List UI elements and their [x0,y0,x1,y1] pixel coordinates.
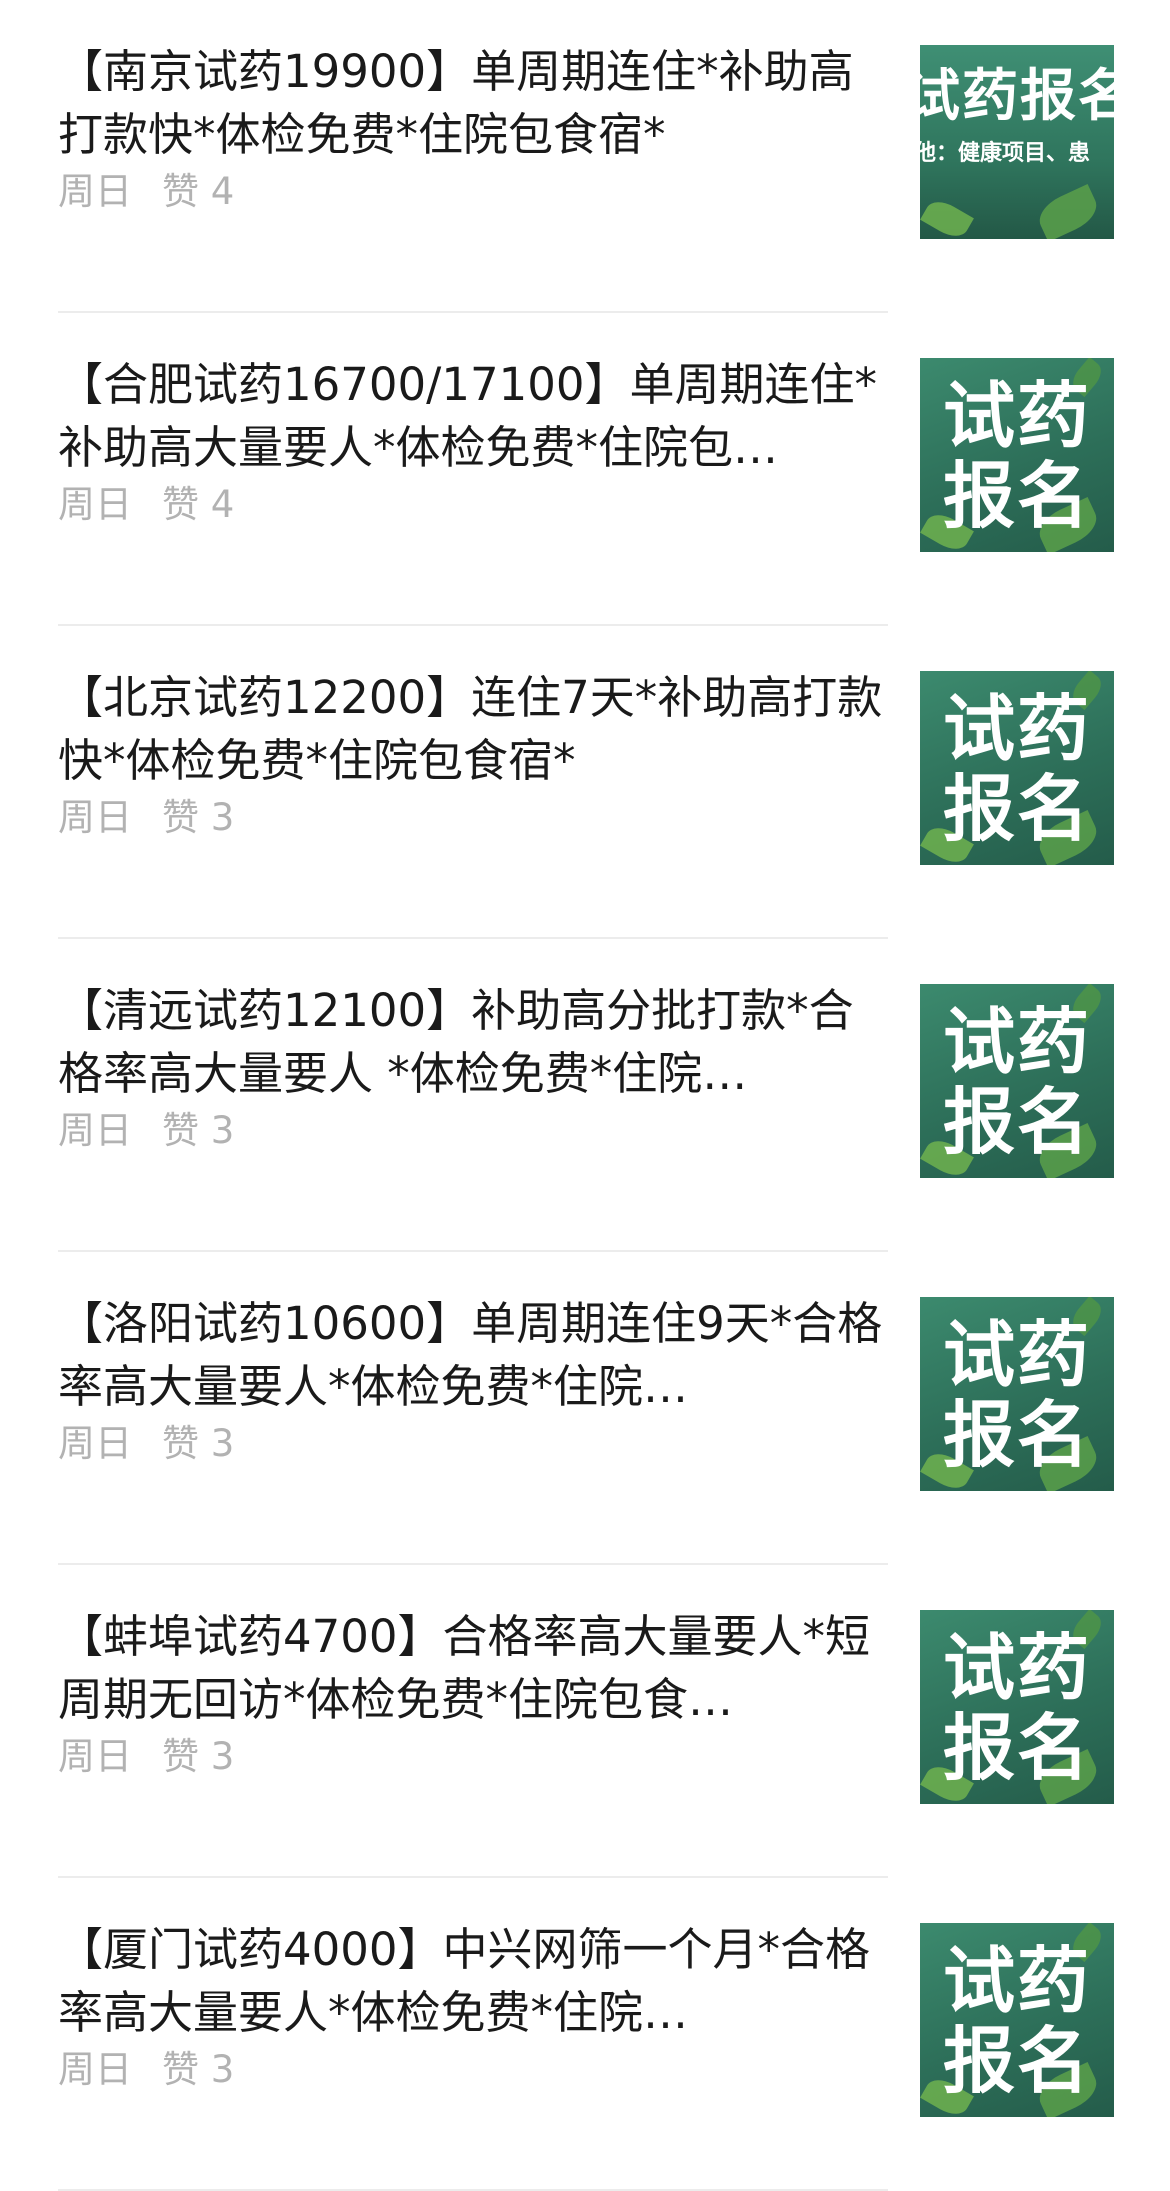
article-text: 【合肥试药16700/17100】单周期连住*补助高大量要人*体检免费*住院包…… [58,353,888,531]
article-title[interactable]: 【洛阳试药10600】单周期连住9天*合格率高大量要人*体检免费*住院… [58,1292,888,1418]
article-thumbnail[interactable]: 试药 报名 [920,358,1114,552]
thumbnail-text: 试药 报名 [920,376,1114,536]
article-date: 周日 [58,796,132,839]
article-meta: 周日赞 3 [58,1418,888,1470]
list-item[interactable]: 【蚌埠试药4700】合格率高大量要人*短周期无回访*体检免费*住院包食… 周日赞… [0,1565,1170,1878]
like-count: 赞 3 [162,2048,235,2091]
article-meta: 周日赞 3 [58,1731,888,1783]
article-thumbnail[interactable]: 试药 报名 [920,1923,1114,2117]
thumbnail-line: 试药 [942,687,1091,771]
article-thumbnail[interactable]: 试药 报名 [920,671,1114,865]
article-meta: 周日赞 3 [58,792,888,844]
article-date: 周日 [58,1735,132,1778]
article-title[interactable]: 【北京试药12200】连住7天*补助高打款快*体检免费*住院包食宿* [58,666,888,792]
thumbnail-text: 试药 报名 [920,1628,1114,1788]
thumbnail-line: 报名 [942,454,1091,538]
article-date: 周日 [58,483,132,526]
article-title[interactable]: 【南京试药19900】单周期连住*补助高打款快*体检免费*住院包食宿* [58,40,888,166]
like-count: 赞 4 [162,170,235,213]
list-item[interactable]: 【合肥试药16700/17100】单周期连住*补助高大量要人*体检免费*住院包…… [0,313,1170,626]
thumbnail-line: 报名 [942,2019,1091,2103]
list-item[interactable]: 【清远试药12100】补助高分批打款*合格率高大量要人 *体检免费*住院… 周日… [0,939,1170,1252]
article-date: 周日 [58,170,132,213]
thumbnail-text: 试药报名 [920,64,1114,129]
thumbnail-text: 试药 报名 [920,1315,1114,1475]
article-meta: 周日赞 3 [58,2044,888,2096]
article-date: 周日 [58,1109,132,1152]
thumbnail-line: 试药 [942,1939,1091,2023]
article-text: 【南京试药19900】单周期连住*补助高打款快*体检免费*住院包食宿* 周日赞 … [58,40,888,218]
thumbnail-line: 报名 [942,1393,1091,1477]
article-title[interactable]: 【蚌埠试药4700】合格率高大量要人*短周期无回访*体检免费*住院包食… [58,1605,888,1731]
list-item[interactable]: 【洛阳试药10600】单周期连住9天*合格率高大量要人*体检免费*住院… 周日赞… [0,1252,1170,1565]
thumbnail-line: 试药 [942,1000,1091,1084]
article-title[interactable]: 【厦门试药4000】中兴网筛一个月*合格率高大量要人*体检免费*住院… [58,1918,888,2044]
article-thumbnail[interactable]: 试药 报名 [920,1610,1114,1804]
article-text: 【北京试药12200】连住7天*补助高打款快*体检免费*住院包食宿* 周日赞 3 [58,666,888,844]
like-count: 赞 3 [162,1109,235,1152]
article-title[interactable]: 【清远试药12100】补助高分批打款*合格率高大量要人 *体检免费*住院… [58,979,888,1105]
leaf-decoration [1033,184,1103,239]
article-date: 周日 [58,1422,132,1465]
like-count: 赞 3 [162,1422,235,1465]
article-title[interactable]: 【合肥试药16700/17100】单周期连住*补助高大量要人*体检免费*住院包… [58,353,888,479]
thumbnail-text: 试药 报名 [920,1002,1114,1162]
list-item[interactable]: 【厦门试药4000】中兴网筛一个月*合格率高大量要人*体检免费*住院… 周日赞 … [0,1878,1170,2191]
list-item[interactable]: 【南京试药19900】单周期连住*补助高打款快*体检免费*住院包食宿* 周日赞 … [0,0,1170,313]
thumbnail-text: 试药 报名 [920,689,1114,849]
list-item[interactable]: 【北京试药12200】连住7天*补助高打款快*体检免费*住院包食宿* 周日赞 3… [0,626,1170,939]
article-text: 【蚌埠试药4700】合格率高大量要人*短周期无回访*体检免费*住院包食… 周日赞… [58,1605,888,1783]
thumbnail-line: 报名 [942,1080,1091,1164]
leaf-decoration [920,195,974,239]
article-text: 【清远试药12100】补助高分批打款*合格率高大量要人 *体检免费*住院… 周日… [58,979,888,1157]
thumbnail-text: 试药 报名 [920,1941,1114,2101]
article-thumbnail[interactable]: 试药报名 他：健康项目、患 [920,45,1114,239]
like-count: 赞 3 [162,1735,235,1778]
thumbnail-subtext: 他：健康项目、患 [920,141,1091,166]
thumbnail-line: 试药 [942,1626,1091,1710]
article-meta: 周日赞 3 [58,1105,888,1157]
like-count: 赞 4 [162,483,235,526]
thumbnail-line: 试药 [942,374,1091,458]
article-text: 【厦门试药4000】中兴网筛一个月*合格率高大量要人*体检免费*住院… 周日赞 … [58,1918,888,2096]
article-meta: 周日赞 4 [58,479,888,531]
article-list: 【南京试药19900】单周期连住*补助高打款快*体检免费*住院包食宿* 周日赞 … [0,0,1170,2191]
article-text: 【洛阳试药10600】单周期连住9天*合格率高大量要人*体检免费*住院… 周日赞… [58,1292,888,1470]
thumbnail-line: 报名 [942,1706,1091,1790]
article-meta: 周日赞 4 [58,166,888,218]
article-date: 周日 [58,2048,132,2091]
article-thumbnail[interactable]: 试药 报名 [920,984,1114,1178]
like-count: 赞 3 [162,796,235,839]
article-thumbnail[interactable]: 试药 报名 [920,1297,1114,1491]
thumbnail-line: 试药 [942,1313,1091,1397]
thumbnail-line: 报名 [942,767,1091,851]
